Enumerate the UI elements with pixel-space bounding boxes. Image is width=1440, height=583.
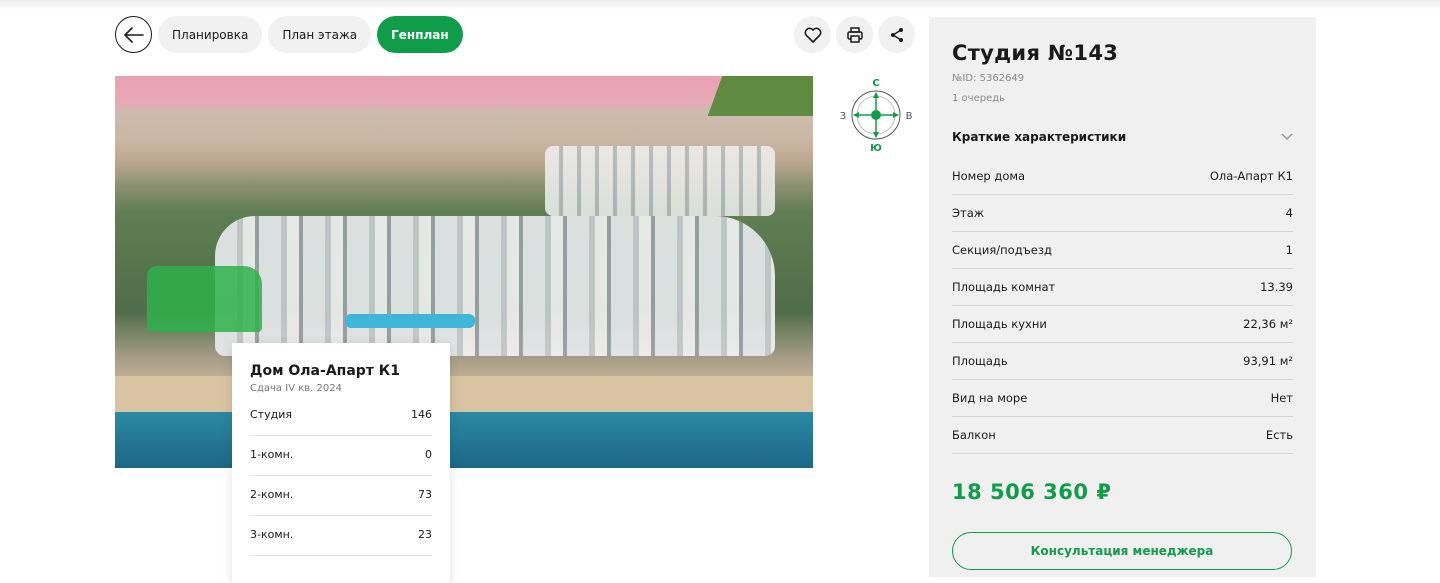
characteristic-value: 93,91 м²: [1243, 354, 1293, 368]
heart-icon: [804, 27, 821, 43]
highlighted-house[interactable]: [147, 266, 262, 332]
map-field: [707, 76, 813, 116]
characteristic-value: 4: [1285, 206, 1293, 220]
share-button[interactable]: [878, 16, 915, 53]
tab-master-plan[interactable]: Генплан: [377, 16, 463, 53]
characteristic-row: Площадь кухни 22,36 м²: [952, 306, 1293, 343]
characteristic-label: Площадь комнат: [952, 280, 1056, 294]
characteristic-value: 1: [1285, 243, 1293, 257]
top-shadow: [0, 0, 1440, 10]
compass-west: З: [840, 111, 846, 122]
compass-icon: С Ю З В: [840, 78, 913, 153]
view-tabs: Планировка План этажа Генплан: [158, 16, 463, 53]
characteristic-label: Балкон: [952, 428, 996, 442]
chevron-down-icon: [1281, 133, 1293, 141]
characteristic-row: Этаж 4: [952, 195, 1293, 232]
characteristics-title: Краткие характеристики: [952, 130, 1127, 144]
list-item[interactable]: 1-комн. 0: [250, 436, 432, 476]
characteristic-label: Этаж: [952, 206, 985, 220]
apartment-info-panel: Студия №143 №ID: 5362649 1 очередь Кратк…: [929, 17, 1316, 577]
apartment-type: Студия: [250, 408, 292, 421]
characteristic-label: Площадь кухни: [952, 317, 1047, 331]
map-buildings-background: [545, 146, 775, 216]
characteristic-row: Вид на море Нет: [952, 380, 1293, 417]
characteristic-label: Площадь: [952, 354, 1008, 368]
apartment-count: 73: [418, 488, 432, 501]
apartment-type: 2-комн.: [250, 488, 294, 501]
map-pool: [345, 314, 475, 328]
characteristic-value: 22,36 м²: [1243, 317, 1293, 331]
compass-north: С: [872, 78, 879, 89]
characteristic-row: Площадь комнат 13.39: [952, 269, 1293, 306]
printer-icon: [846, 26, 863, 43]
list-item[interactable]: Студия 146: [250, 408, 432, 436]
compass-south: Ю: [870, 143, 882, 153]
master-plan-image[interactable]: [115, 76, 813, 468]
map-buildings: [215, 216, 775, 356]
back-button[interactable]: [115, 16, 152, 53]
characteristic-value: Есть: [1265, 428, 1293, 442]
characteristic-label: Вид на море: [952, 391, 1028, 405]
favorite-button[interactable]: [794, 16, 831, 53]
characteristic-row: Номер дома Ола-Апарт К1: [952, 158, 1293, 195]
apartment-count: 0: [425, 448, 432, 461]
characteristic-value: Нет: [1270, 391, 1293, 405]
tab-layout[interactable]: Планировка: [158, 16, 263, 53]
list-item[interactable]: 2-комн. 73: [250, 476, 432, 516]
house-apartments-list: Студия 146 1-комн. 0 2-комн. 73 3-комн. …: [250, 408, 432, 556]
characteristic-row: Площадь 93,91 м²: [952, 343, 1293, 380]
house-title: Дом Ола-Апарт К1: [250, 363, 400, 379]
apartment-count: 146: [411, 408, 432, 421]
characteristic-row: Балкон Есть: [952, 417, 1293, 454]
characteristics-list: Номер дома Ола-Апарт К1 Этаж 4 Секция/по…: [952, 158, 1293, 454]
page-title: Студия №143: [952, 41, 1119, 65]
apartment-id: №ID: 5362649: [952, 73, 1025, 84]
apartment-type: 3-комн.: [250, 528, 294, 541]
apartment-count: 23: [418, 528, 432, 541]
apartment-type: 1-комн.: [250, 448, 294, 461]
characteristics-toggle[interactable]: Краткие характеристики: [952, 130, 1293, 144]
construction-queue: 1 очередь: [952, 93, 1006, 104]
characteristic-value: 13.39: [1260, 280, 1293, 294]
characteristic-label: Секция/подъезд: [952, 243, 1052, 257]
map-sea: [115, 412, 813, 468]
house-info-card: Дом Ола-Апарт К1 Сдача IV кв. 2024 Студи…: [232, 343, 450, 583]
compass-east: В: [906, 111, 913, 122]
print-button[interactable]: [836, 16, 873, 53]
consult-manager-button[interactable]: Консультация менеджера: [952, 532, 1292, 570]
characteristic-label: Номер дома: [952, 169, 1026, 183]
share-icon: [890, 27, 903, 42]
price: 18 506 360 ₽: [952, 480, 1112, 504]
characteristic-value: Ола-Апарт К1: [1209, 169, 1293, 183]
tab-floor-plan[interactable]: План этажа: [268, 16, 372, 53]
map-beach: [115, 376, 813, 412]
characteristic-row: Секция/подъезд 1: [952, 232, 1293, 269]
list-item[interactable]: 3-комн. 23: [250, 516, 432, 556]
house-subtitle: Сдача IV кв. 2024: [250, 383, 342, 394]
arrow-left-icon: [123, 26, 144, 43]
